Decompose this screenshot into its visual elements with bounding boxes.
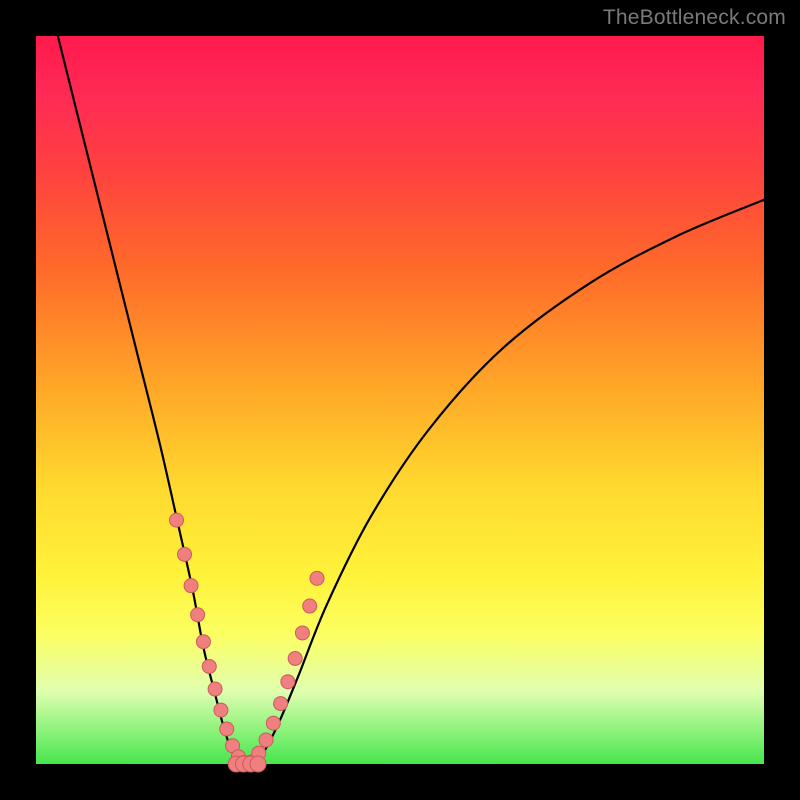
marker-dot bbox=[288, 651, 302, 665]
marker-dots bbox=[170, 513, 325, 772]
marker-dot bbox=[250, 756, 266, 772]
marker-dot bbox=[170, 513, 184, 527]
marker-dot bbox=[191, 608, 205, 622]
marker-dot bbox=[220, 722, 234, 736]
marker-dot bbox=[202, 659, 216, 673]
marker-dot bbox=[266, 716, 280, 730]
marker-dot bbox=[214, 703, 228, 717]
curve-layer bbox=[36, 36, 764, 764]
marker-dot bbox=[274, 697, 288, 711]
marker-dot bbox=[184, 579, 198, 593]
marker-dot bbox=[178, 547, 192, 561]
marker-dot bbox=[259, 733, 273, 747]
bottleneck-curve-left bbox=[58, 36, 240, 764]
watermark-text: TheBottleneck.com bbox=[603, 6, 786, 30]
bottleneck-curve-right bbox=[254, 200, 764, 764]
marker-dot bbox=[303, 599, 317, 613]
marker-dot bbox=[310, 571, 324, 585]
chart-frame: TheBottleneck.com bbox=[0, 0, 800, 800]
plot-area bbox=[36, 36, 764, 764]
marker-dot bbox=[196, 635, 210, 649]
marker-dot bbox=[295, 626, 309, 640]
marker-dot bbox=[281, 675, 295, 689]
marker-dot bbox=[208, 682, 222, 696]
